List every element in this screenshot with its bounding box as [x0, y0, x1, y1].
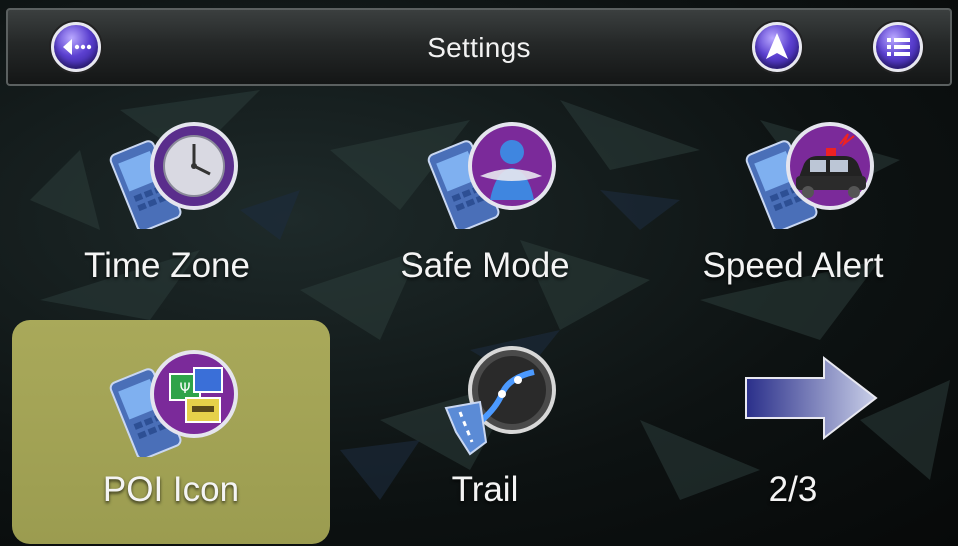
police-car-phone-icon — [745, 122, 874, 229]
next-page-button[interactable]: 2/3 — [634, 320, 952, 546]
person-phone-icon — [427, 122, 556, 229]
clock-phone-icon — [109, 122, 238, 229]
tile-time-zone[interactable]: Time Zone — [8, 98, 326, 324]
tile-label: Trail — [451, 470, 519, 509]
page-title: Settings — [427, 32, 531, 63]
tile-label: POI Icon — [102, 470, 240, 509]
back-button[interactable] — [51, 22, 101, 72]
header-bar: Settings — [6, 8, 952, 86]
tile-poi-icon[interactable]: Ψ POI Icon — [12, 320, 330, 544]
list-menu-icon — [887, 38, 910, 56]
navigate-button[interactable] — [752, 22, 802, 72]
tile-speed-alert[interactable]: Speed Alert — [634, 98, 952, 324]
svg-text:Ψ: Ψ — [179, 381, 190, 397]
next-page-arrow-icon — [745, 355, 878, 441]
tile-label: Safe Mode — [400, 246, 570, 285]
tile-label: Time Zone — [84, 246, 250, 285]
tile-safe-mode[interactable]: Safe Mode — [326, 98, 644, 324]
settings-screen: Settings Time Zone Safe Mode Speed Alert… — [0, 0, 958, 546]
back-arrow-icon — [63, 39, 92, 55]
page-indicator: 2/3 — [768, 470, 818, 509]
tile-label: Speed Alert — [702, 246, 884, 285]
navigation-arrow-icon — [766, 33, 788, 59]
menu-button[interactable] — [873, 22, 923, 72]
tile-trail[interactable]: Trail — [326, 320, 644, 546]
poi-icons-phone-icon: Ψ — [109, 350, 238, 457]
trail-route-icon — [444, 346, 556, 456]
